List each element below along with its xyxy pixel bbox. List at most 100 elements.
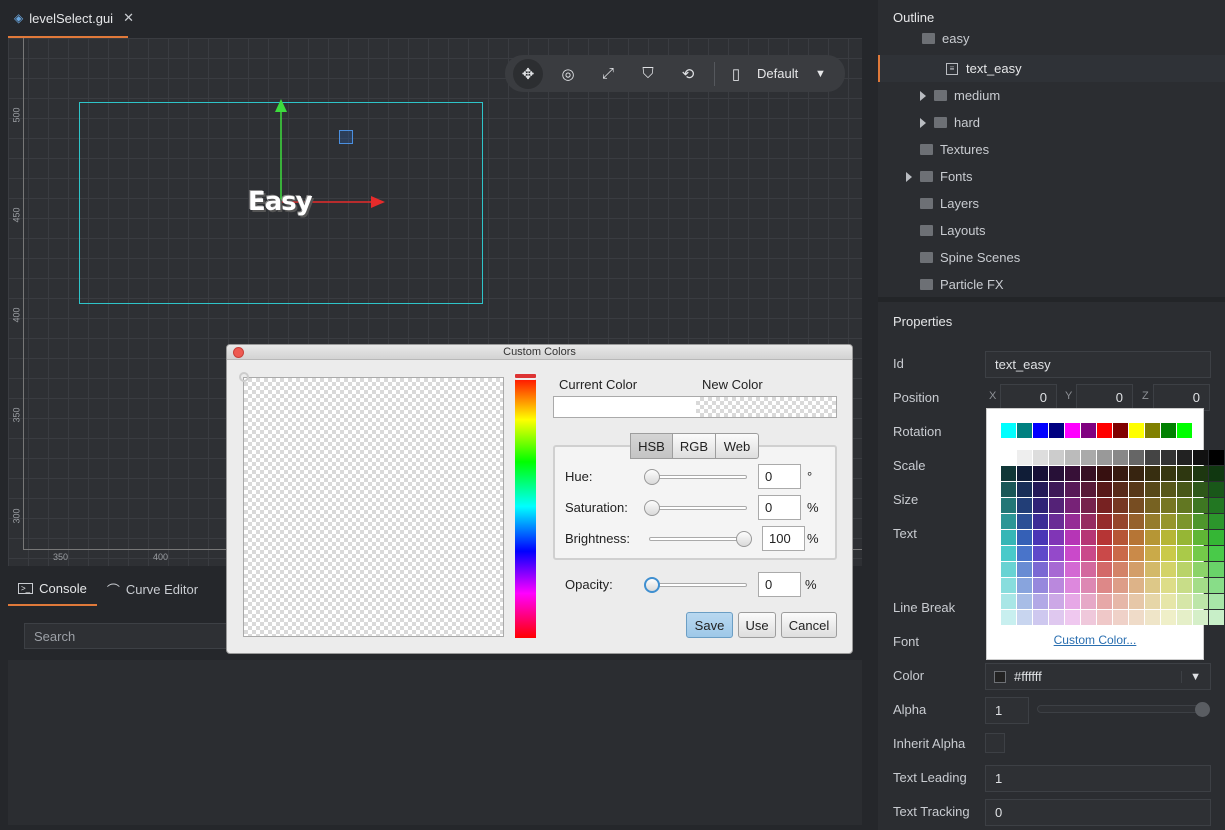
color-swatch[interactable] [1097, 610, 1112, 625]
color-swatch[interactable] [1209, 514, 1224, 529]
rotate-tool-icon[interactable]: ◎ [548, 55, 588, 92]
color-swatch[interactable] [1177, 578, 1192, 593]
color-area[interactable] [243, 377, 504, 637]
color-swatch[interactable] [1097, 594, 1112, 609]
color-swatch[interactable] [1081, 482, 1096, 497]
color-swatch[interactable] [1081, 578, 1096, 593]
color-swatch[interactable] [1033, 530, 1048, 545]
color-swatch[interactable] [1065, 610, 1080, 625]
color-swatch[interactable] [1033, 450, 1048, 465]
color-swatch[interactable] [1113, 562, 1128, 577]
close-icon[interactable] [233, 347, 244, 358]
color-swatch[interactable] [1113, 514, 1128, 529]
outline-item-medium[interactable]: medium [878, 82, 1225, 109]
hue-bar-handle[interactable] [513, 372, 538, 380]
color-swatch[interactable] [1097, 562, 1112, 577]
color-swatch[interactable] [1161, 423, 1176, 438]
color-swatch[interactable] [1017, 594, 1032, 609]
color-swatch[interactable] [1049, 514, 1064, 529]
color-swatch[interactable] [1017, 450, 1032, 465]
brightness-input[interactable]: 100 [762, 526, 805, 551]
color-swatch[interactable] [1193, 530, 1208, 545]
color-swatch[interactable] [1033, 514, 1048, 529]
outline-item-spine-scenes[interactable]: Spine Scenes [878, 244, 1225, 271]
color-swatch[interactable] [1193, 562, 1208, 577]
color-swatch[interactable] [1001, 514, 1016, 529]
color-swatch[interactable] [1081, 514, 1096, 529]
color-swatch[interactable] [1177, 498, 1192, 513]
color-swatch[interactable] [1033, 546, 1048, 561]
color-swatch[interactable] [1177, 450, 1192, 465]
color-swatch[interactable] [1113, 423, 1128, 438]
opacity-slider[interactable] [645, 583, 747, 587]
color-swatch[interactable] [1129, 482, 1144, 497]
layout-select[interactable]: Default [757, 66, 815, 81]
use-button[interactable]: Use [738, 612, 776, 638]
color-swatch[interactable] [1001, 423, 1016, 438]
color-swatch[interactable] [1033, 423, 1048, 438]
expand-icon[interactable] [920, 117, 926, 128]
color-swatch[interactable] [1193, 482, 1208, 497]
color-swatch[interactable] [1113, 594, 1128, 609]
editor-tab-levelselect[interactable]: ◈ levelSelect.gui ✕ [8, 0, 134, 38]
visibility-filter-icon[interactable]: ⛉ [628, 55, 668, 92]
color-swatch[interactable] [1081, 610, 1096, 625]
panel-divider[interactable] [878, 297, 1225, 302]
color-swatch[interactable] [1049, 466, 1064, 481]
color-swatch[interactable] [1097, 423, 1112, 438]
scale-tool-icon[interactable]: ⤢ [588, 55, 628, 92]
color-swatch[interactable] [1017, 423, 1032, 438]
move-tool-icon[interactable]: ✥ [513, 58, 543, 89]
color-swatch[interactable] [1161, 530, 1176, 545]
expand-icon[interactable] [906, 171, 912, 182]
web-mode-button[interactable]: Web [715, 433, 759, 459]
position-z-field[interactable]: 0 [1153, 384, 1210, 411]
color-swatch[interactable] [1017, 546, 1032, 561]
hsb-mode-button[interactable]: HSB [630, 433, 673, 459]
outline-item-easy[interactable]: easy [878, 28, 1225, 48]
color-picker-field[interactable]: #ffffff ▼ [985, 663, 1211, 690]
color-swatch[interactable] [1177, 423, 1192, 438]
alpha-slider[interactable] [1037, 705, 1209, 713]
opacity-slider-knob[interactable] [644, 577, 660, 593]
color-swatch[interactable] [1145, 578, 1160, 593]
color-swatch[interactable] [1081, 450, 1096, 465]
color-swatch[interactable] [1129, 594, 1144, 609]
color-swatch[interactable] [1001, 562, 1016, 577]
color-swatch[interactable] [1081, 498, 1096, 513]
color-swatch[interactable] [1065, 546, 1080, 561]
position-y-field[interactable]: 0 [1076, 384, 1133, 411]
color-swatch[interactable] [1113, 482, 1128, 497]
color-swatch[interactable] [1129, 578, 1144, 593]
color-swatch[interactable] [1129, 450, 1144, 465]
color-swatch[interactable] [1129, 610, 1144, 625]
color-swatch[interactable] [1113, 610, 1128, 625]
color-swatch[interactable] [1193, 546, 1208, 561]
color-swatch[interactable] [1001, 466, 1016, 481]
alpha-field[interactable]: 1 [985, 697, 1029, 724]
color-swatch[interactable] [1001, 530, 1016, 545]
color-swatch[interactable] [1193, 514, 1208, 529]
color-swatch[interactable] [1097, 482, 1112, 497]
color-swatch[interactable] [1177, 530, 1192, 545]
color-swatch[interactable] [1129, 466, 1144, 481]
color-swatch[interactable] [1081, 546, 1096, 561]
chevron-down-icon[interactable]: ▼ [1181, 670, 1201, 683]
color-swatch[interactable] [1001, 450, 1016, 465]
color-swatch[interactable] [1145, 482, 1160, 497]
color-swatch[interactable] [1033, 594, 1048, 609]
color-swatch[interactable] [1065, 498, 1080, 513]
color-swatch[interactable] [1129, 423, 1144, 438]
color-swatch[interactable] [1145, 546, 1160, 561]
color-swatch[interactable] [1001, 546, 1016, 561]
color-swatch[interactable] [1033, 610, 1048, 625]
color-swatch[interactable] [1145, 466, 1160, 481]
color-swatch[interactable] [1017, 482, 1032, 497]
color-swatch[interactable] [1129, 530, 1144, 545]
color-swatch[interactable] [1177, 466, 1192, 481]
device-layout-icon[interactable]: ▯ [721, 55, 751, 92]
color-swatch[interactable] [1113, 466, 1128, 481]
outline-item-layouts[interactable]: Layouts [878, 217, 1225, 244]
color-swatch[interactable] [1113, 530, 1128, 545]
color-swatch[interactable] [1209, 594, 1224, 609]
